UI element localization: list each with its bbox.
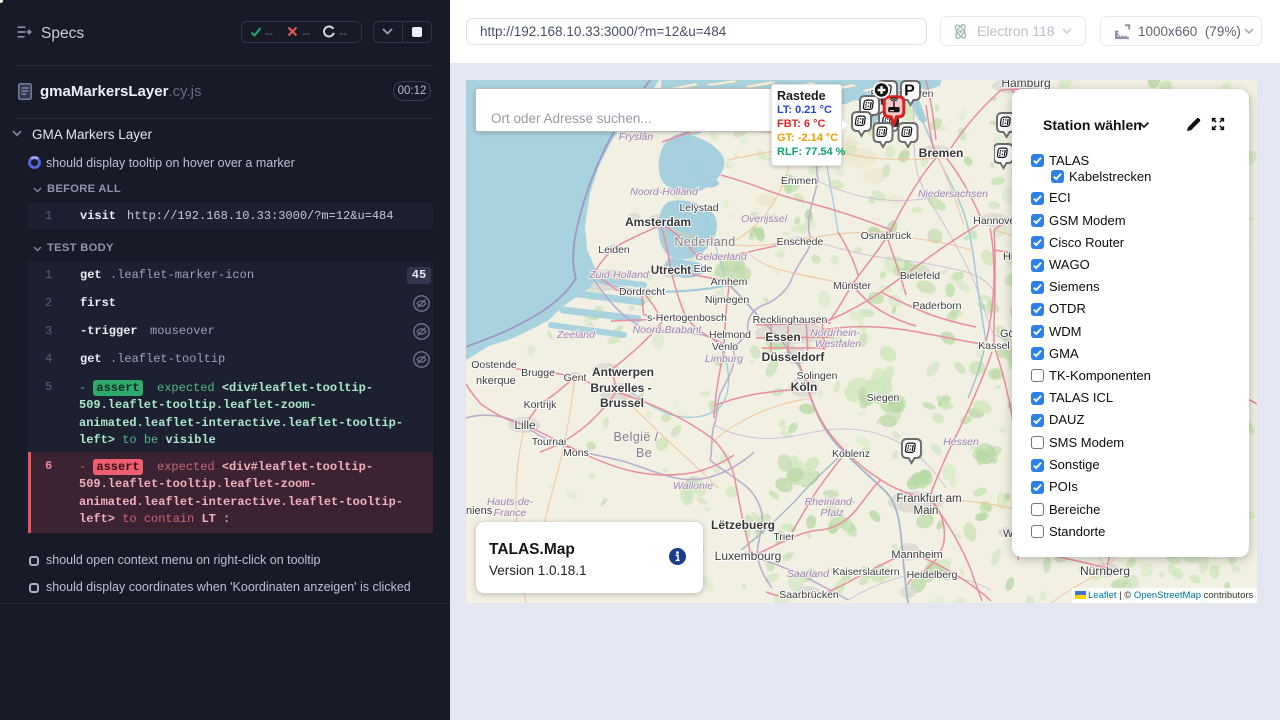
- svg-text:Bruxelles -: Bruxelles -: [590, 381, 651, 395]
- svg-text:Leiden: Leiden: [598, 244, 630, 256]
- svg-text:Münster: Münster: [833, 280, 871, 292]
- svg-text:Main: Main: [914, 505, 939, 517]
- svg-text:Kaiserslautern: Kaiserslautern: [832, 566, 899, 578]
- svg-text:België /: België /: [614, 430, 659, 444]
- svg-text:Köln: Köln: [791, 380, 818, 394]
- svg-text:Oostende: Oostende: [471, 359, 517, 371]
- svg-text:Lelystad: Lelystad: [679, 202, 718, 214]
- svg-text:Paderborn: Paderborn: [912, 300, 961, 312]
- svg-text:Amsterdam: Amsterdam: [625, 215, 691, 229]
- svg-text:Zeeland: Zeeland: [556, 329, 596, 341]
- svg-text:Venlo: Venlo: [712, 341, 738, 353]
- svg-text:Bielefeld: Bielefeld: [900, 270, 940, 282]
- svg-text:Emmen: Emmen: [781, 175, 817, 187]
- svg-text:Arnhem: Arnhem: [711, 276, 748, 288]
- svg-text:Lille: Lille: [514, 418, 536, 432]
- svg-text:Ede: Ede: [694, 263, 713, 275]
- svg-text:Kortrijk: Kortrijk: [524, 399, 557, 411]
- svg-text:Antwerpen: Antwerpen: [592, 365, 654, 379]
- svg-text:Zuid-Holland: Zuid-Holland: [588, 269, 650, 281]
- svg-text:Fryslân: Fryslân: [619, 131, 654, 143]
- svg-text:Enschede: Enschede: [777, 236, 824, 248]
- svg-text:Niedersachsen: Niedersachsen: [918, 188, 988, 200]
- svg-text:'s-Hertogenbosch: 's-Hertogenbosch: [645, 312, 727, 324]
- svg-text:Noord-Brabant: Noord-Brabant: [633, 324, 703, 336]
- svg-text:Düsseldorf: Düsseldorf: [762, 350, 826, 364]
- svg-text:Gelderland: Gelderland: [695, 251, 748, 263]
- svg-text:Saarbrücken: Saarbrücken: [779, 589, 839, 601]
- svg-text:Luxembourg: Luxembourg: [715, 549, 782, 563]
- svg-text:Saarland: Saarland: [787, 568, 830, 580]
- svg-text:Mons: Mons: [563, 447, 589, 459]
- svg-text:Frankfurt am: Frankfurt am: [896, 493, 961, 505]
- svg-text:Brugge: Brugge: [521, 367, 555, 379]
- svg-text:Nederland: Nederland: [674, 235, 735, 249]
- svg-text:Lëtzebuerg: Lëtzebuerg: [711, 518, 775, 532]
- svg-text:Mannheim: Mannheim: [891, 549, 942, 561]
- svg-text:Solingen: Solingen: [797, 370, 838, 382]
- svg-text:Dordrecht: Dordrecht: [619, 286, 665, 298]
- svg-text:Osnabrück: Osnabrück: [861, 230, 913, 242]
- svg-text:Siegen: Siegen: [867, 392, 900, 404]
- svg-text:Nijmegen: Nijmegen: [705, 294, 750, 306]
- svg-text:Hessen: Hessen: [943, 436, 979, 448]
- svg-text:Utrecht: Utrecht: [651, 265, 691, 277]
- svg-text:Kassel: Kassel: [978, 340, 1010, 352]
- svg-text:Limburg: Limburg: [705, 353, 743, 365]
- svg-text:P: P: [904, 83, 915, 100]
- svg-text:Noord-Holland: Noord-Holland: [630, 186, 699, 198]
- svg-text:Essen: Essen: [765, 330, 800, 344]
- svg-text:Wallonie: Wallonie: [673, 480, 713, 492]
- svg-text:Pfalz: Pfalz: [820, 507, 844, 519]
- svg-text:Koblenz: Koblenz: [832, 448, 870, 460]
- svg-text:nkerque: nkerque: [476, 375, 516, 387]
- svg-text:Overijssel: Overijssel: [741, 213, 788, 225]
- svg-text:Westfalen: Westfalen: [815, 338, 862, 350]
- svg-text:Be: Be: [636, 446, 652, 460]
- svg-text:Heidelberg: Heidelberg: [907, 569, 958, 581]
- svg-text:France: France: [494, 507, 527, 519]
- svg-text:Helmond: Helmond: [709, 329, 751, 341]
- svg-text:Brussel: Brussel: [600, 396, 644, 410]
- svg-text:Tournai: Tournai: [532, 436, 566, 448]
- svg-text:Gent: Gent: [564, 372, 587, 384]
- svg-text:Trier: Trier: [773, 531, 795, 543]
- svg-text:Recklinghausen: Recklinghausen: [753, 314, 828, 326]
- svg-text:Nürnberg: Nürnberg: [1080, 564, 1130, 578]
